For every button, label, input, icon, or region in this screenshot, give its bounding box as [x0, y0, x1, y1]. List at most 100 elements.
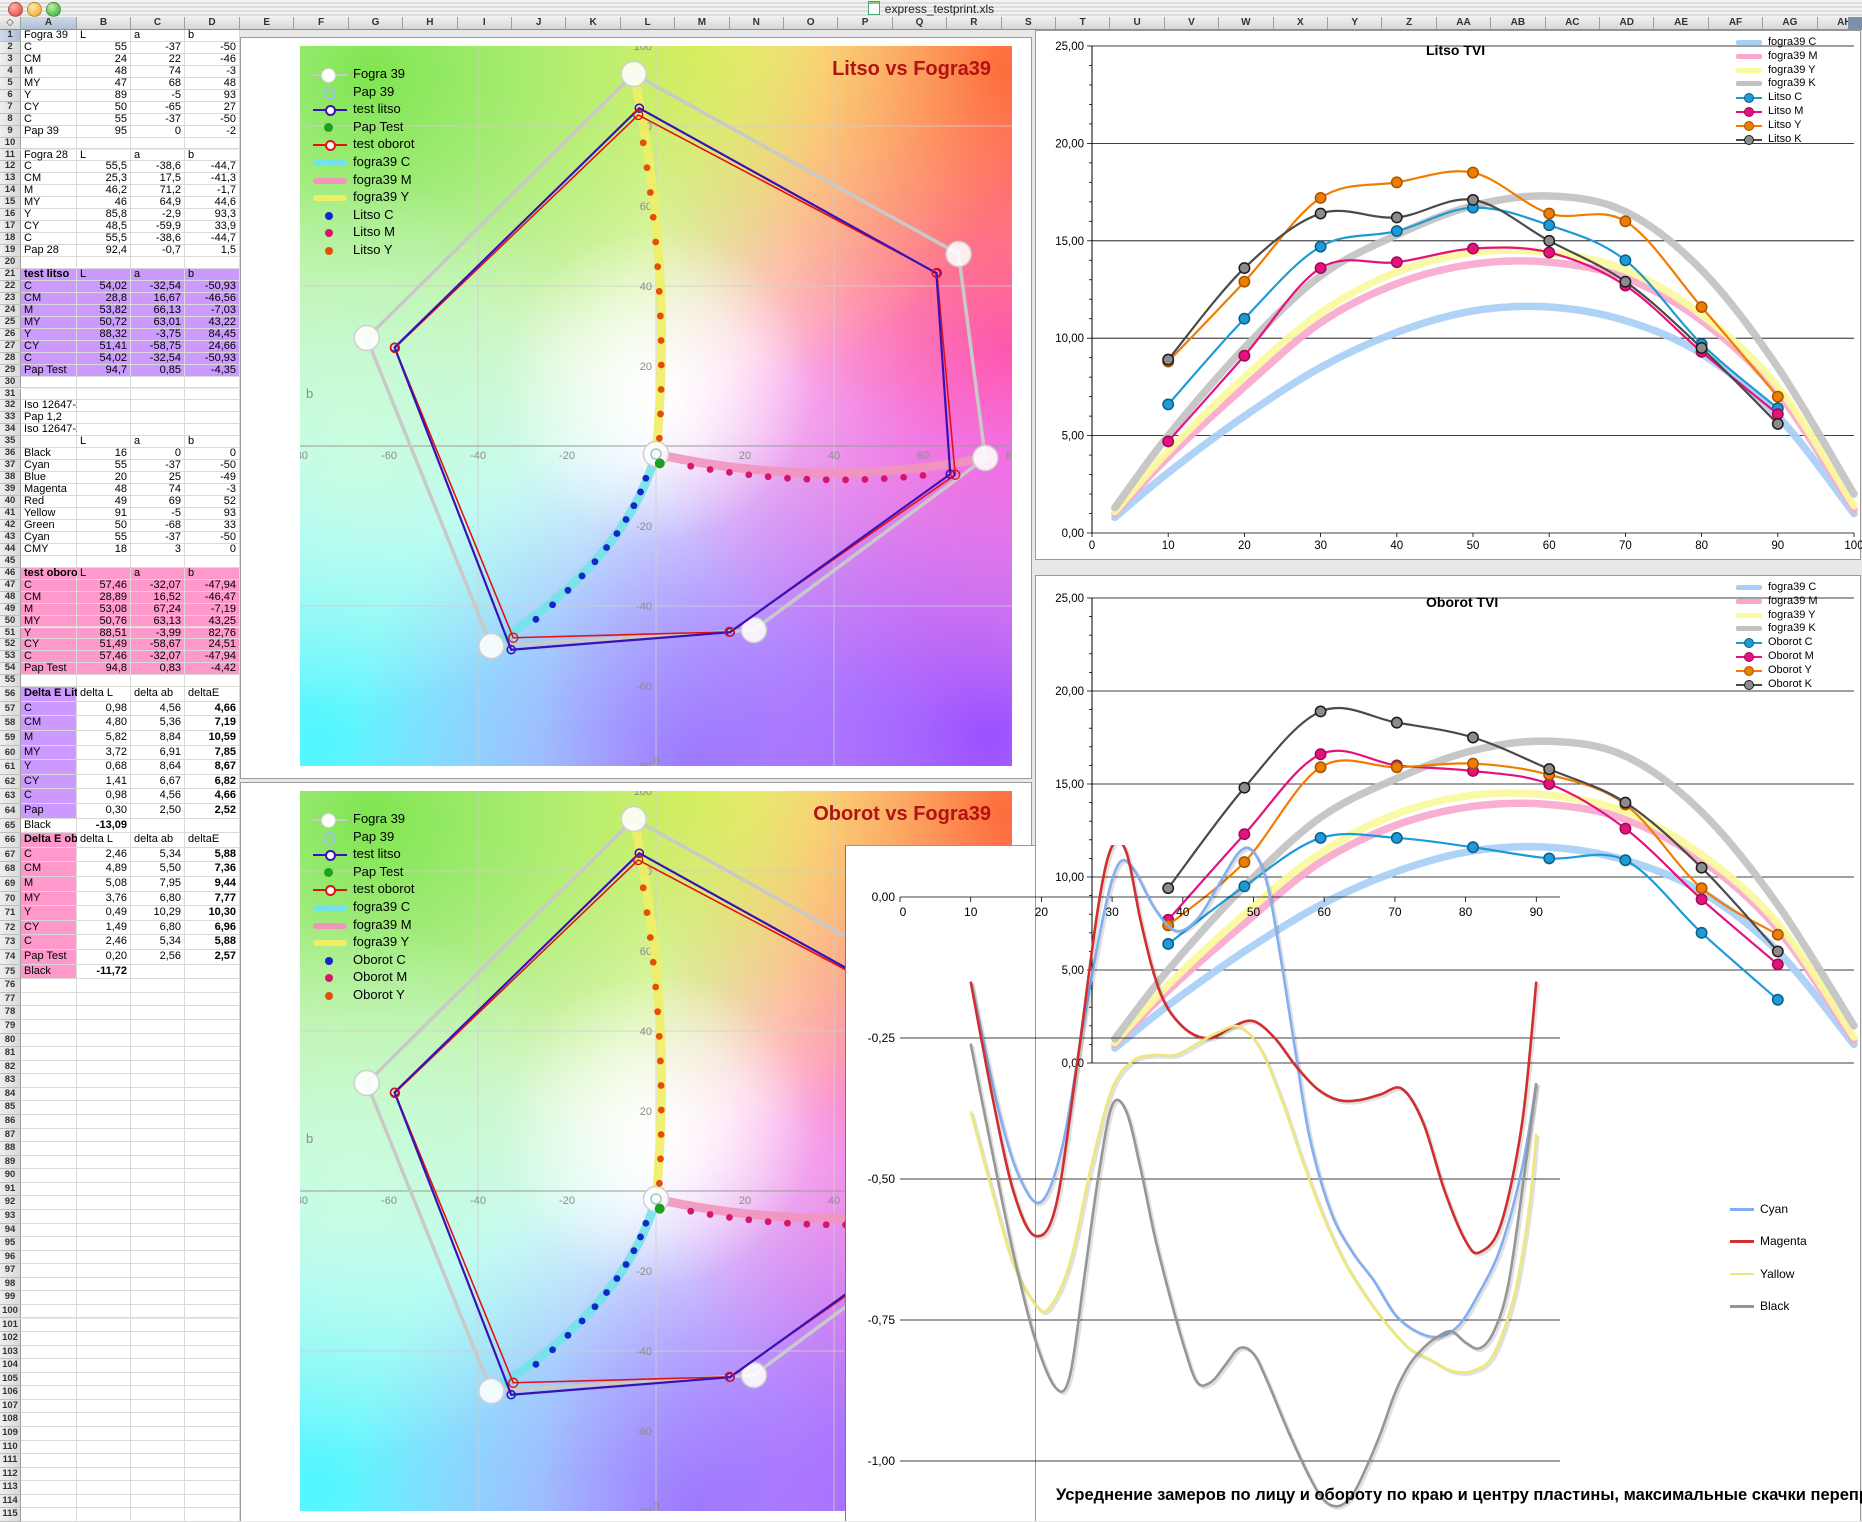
row-header-105[interactable]: 105: [0, 1373, 21, 1387]
cell-D75[interactable]: [185, 965, 240, 980]
cell-B96[interactable]: [77, 1251, 131, 1265]
cell-B98[interactable]: [77, 1278, 131, 1292]
cell-A107[interactable]: [21, 1400, 77, 1414]
cell-A54[interactable]: Pap Test: [21, 663, 77, 675]
cell-A110[interactable]: [21, 1441, 77, 1455]
row-header-58[interactable]: 58: [0, 716, 21, 731]
cell-D85[interactable]: [185, 1101, 240, 1115]
row-header-17[interactable]: 17: [0, 221, 21, 233]
cell-A96[interactable]: [21, 1251, 77, 1265]
cell-D5[interactable]: 48: [185, 78, 240, 90]
cell-C77[interactable]: [131, 993, 185, 1007]
row-header-30[interactable]: 30: [0, 377, 21, 389]
cell-D19[interactable]: 1,5: [185, 245, 240, 257]
cell-C7[interactable]: -65: [131, 102, 185, 114]
row-header-12[interactable]: 12: [0, 161, 21, 173]
cell-A86[interactable]: [21, 1115, 77, 1129]
cell-B102[interactable]: [77, 1332, 131, 1346]
cell-A62[interactable]: CY: [21, 775, 77, 790]
cell-C45[interactable]: [131, 556, 185, 568]
column-header-S[interactable]: S: [1002, 17, 1056, 30]
row-header-61[interactable]: 61: [0, 760, 21, 775]
cell-C19[interactable]: -0,7: [131, 245, 185, 257]
column-header-AB[interactable]: AB: [1491, 17, 1545, 30]
row-header-91[interactable]: 91: [0, 1183, 21, 1197]
cell-C106[interactable]: [131, 1386, 185, 1400]
row-header-115[interactable]: 115: [0, 1508, 21, 1522]
row-header-36[interactable]: 36: [0, 448, 21, 460]
cell-A74[interactable]: Pap Test: [21, 950, 77, 965]
cell-D83[interactable]: [185, 1074, 240, 1088]
cell-C66[interactable]: delta ab: [131, 833, 185, 848]
cell-A56[interactable]: Delta E Lits: [21, 687, 77, 702]
cell-D115[interactable]: [185, 1508, 240, 1522]
cell-D46[interactable]: b: [185, 568, 240, 580]
cell-C88[interactable]: [131, 1142, 185, 1156]
cell-A80[interactable]: [21, 1034, 77, 1048]
cell-D9[interactable]: -2: [185, 126, 240, 138]
cell-B55[interactable]: [77, 675, 131, 687]
cell-C84[interactable]: [131, 1088, 185, 1102]
cell-C31[interactable]: [131, 389, 185, 401]
row-header-42[interactable]: 42: [0, 520, 21, 532]
column-header-X[interactable]: X: [1274, 17, 1328, 30]
cell-B29[interactable]: 94,7: [77, 365, 131, 377]
cell-C10[interactable]: [131, 138, 185, 150]
cell-A82[interactable]: [21, 1061, 77, 1075]
cell-B81[interactable]: [77, 1047, 131, 1061]
cell-C90[interactable]: [131, 1169, 185, 1183]
row-header-90[interactable]: 90: [0, 1169, 21, 1183]
cell-A19[interactable]: Pap 28: [21, 245, 77, 257]
cell-B19[interactable]: 92,4: [77, 245, 131, 257]
cell-C55[interactable]: [131, 675, 185, 687]
cell-C107[interactable]: [131, 1400, 185, 1414]
cell-A72[interactable]: CY: [21, 921, 77, 936]
row-header-75[interactable]: 75: [0, 965, 21, 980]
cell-A85[interactable]: [21, 1101, 77, 1115]
cell-A47[interactable]: C: [21, 580, 77, 592]
cell-D54[interactable]: -4,42: [185, 663, 240, 675]
cell-B110[interactable]: [77, 1441, 131, 1455]
cell-B7[interactable]: 50: [77, 102, 131, 114]
row-header-78[interactable]: 78: [0, 1006, 21, 1020]
cell-B91[interactable]: [77, 1183, 131, 1197]
column-header-M[interactable]: M: [675, 17, 729, 30]
cell-B107[interactable]: [77, 1400, 131, 1414]
cell-B72[interactable]: 1,49: [77, 921, 131, 936]
cell-C101[interactable]: [131, 1319, 185, 1333]
cell-A10[interactable]: [21, 138, 77, 150]
cell-D63[interactable]: 4,66: [185, 789, 240, 804]
cell-D99[interactable]: [185, 1291, 240, 1305]
cell-B73[interactable]: 2,46: [77, 935, 131, 950]
cell-A67[interactable]: C: [21, 848, 77, 863]
row-header-79[interactable]: 79: [0, 1020, 21, 1034]
cell-A103[interactable]: [21, 1346, 77, 1360]
cell-B78[interactable]: [77, 1006, 131, 1020]
row-header-41[interactable]: 41: [0, 508, 21, 520]
cell-A49[interactable]: M: [21, 604, 77, 616]
row-header-102[interactable]: 102: [0, 1332, 21, 1346]
row-header-44[interactable]: 44: [0, 544, 21, 556]
cell-A115[interactable]: [21, 1508, 77, 1522]
cell-A59[interactable]: M: [21, 731, 77, 746]
cell-C75[interactable]: [131, 965, 185, 980]
cell-B45[interactable]: [77, 556, 131, 568]
row-header-56[interactable]: 56: [0, 687, 21, 702]
row-header-71[interactable]: 71: [0, 906, 21, 921]
cell-C28[interactable]: -32,54: [131, 353, 185, 365]
row-header-8[interactable]: 8: [0, 114, 21, 126]
cell-B67[interactable]: 2,46: [77, 848, 131, 863]
row-header-50[interactable]: 50: [0, 616, 21, 628]
row-header-103[interactable]: 103: [0, 1346, 21, 1360]
cell-C70[interactable]: 6,80: [131, 892, 185, 907]
cell-D107[interactable]: [185, 1400, 240, 1414]
cell-A73[interactable]: C: [21, 935, 77, 950]
cell-C29[interactable]: 0,85: [131, 365, 185, 377]
cell-B100[interactable]: [77, 1305, 131, 1319]
cell-D88[interactable]: [185, 1142, 240, 1156]
cell-D59[interactable]: 10,59: [185, 731, 240, 746]
cell-D110[interactable]: [185, 1441, 240, 1455]
cell-D106[interactable]: [185, 1386, 240, 1400]
cell-C62[interactable]: 6,67: [131, 775, 185, 790]
cell-C4[interactable]: 74: [131, 66, 185, 78]
